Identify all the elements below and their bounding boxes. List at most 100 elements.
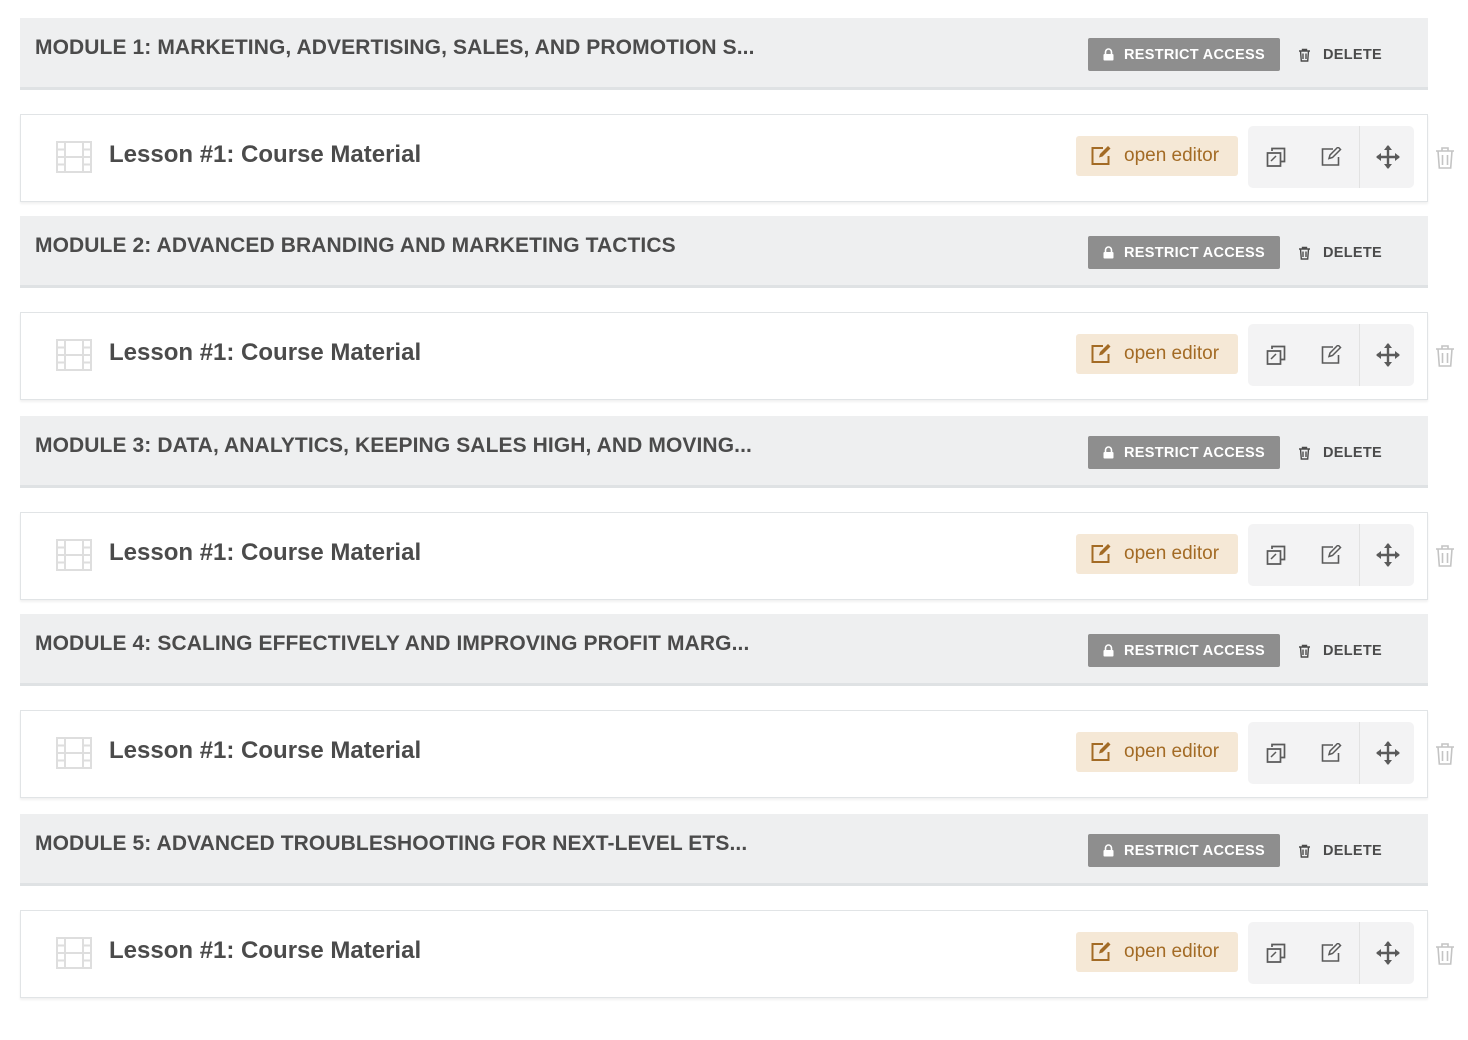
edit-icon	[1321, 545, 1342, 564]
lesson-row[interactable]: Lesson #1: Course Material open editor	[20, 512, 1454, 600]
lesson-toolbar	[1248, 922, 1414, 984]
edit-icon	[1091, 544, 1111, 563]
open-editor-label: open editor	[1124, 741, 1220, 762]
edit-lesson-button[interactable]	[1303, 922, 1358, 984]
drag-handle[interactable]	[1359, 324, 1415, 386]
open-editor-button[interactable]: open editor	[1076, 534, 1238, 574]
delete-lesson-icon[interactable]	[1434, 742, 1456, 766]
lesson-title: Lesson #1: Course Material	[109, 339, 422, 366]
move-icon	[1375, 543, 1400, 567]
restrict-access-button[interactable]: RESTRICT ACCESS	[1088, 436, 1280, 469]
duplicate-button[interactable]	[1248, 722, 1303, 784]
module-title: MODULE 5: ADVANCED TROUBLESHOOTING FOR N…	[35, 832, 748, 855]
delete-module-button[interactable]: DELETE	[1298, 634, 1382, 667]
delete-label: DELETE	[1323, 444, 1382, 461]
trash-icon	[1299, 844, 1310, 858]
copy-icon	[1266, 345, 1285, 365]
open-editor-label: open editor	[1124, 343, 1220, 364]
open-editor-button[interactable]: open editor	[1076, 932, 1238, 972]
module-header: MODULE 4: SCALING EFFECTIVELY AND IMPROV…	[20, 614, 1428, 686]
module-title: MODULE 1: MARKETING, ADVERTISING, SALES,…	[35, 36, 755, 59]
duplicate-button[interactable]	[1248, 922, 1303, 984]
lesson-toolbar	[1248, 126, 1414, 188]
module-title: MODULE 2: ADVANCED BRANDING AND MARKETIN…	[35, 234, 676, 257]
film-icon	[56, 339, 92, 371]
delete-module-button[interactable]: DELETE	[1298, 236, 1382, 269]
restrict-access-button[interactable]: RESTRICT ACCESS	[1088, 834, 1280, 867]
open-editor-button[interactable]: open editor	[1076, 334, 1238, 374]
edit-lesson-button[interactable]	[1303, 722, 1358, 784]
lesson-title: Lesson #1: Course Material	[109, 539, 422, 566]
lock-icon	[1103, 48, 1114, 61]
film-icon	[56, 539, 92, 571]
edit-lesson-button[interactable]	[1303, 524, 1358, 586]
trash-icon	[1299, 246, 1310, 260]
module-title: MODULE 3: DATA, ANALYTICS, KEEPING SALES…	[35, 434, 752, 457]
open-editor-label: open editor	[1124, 145, 1220, 166]
delete-lesson-icon[interactable]	[1434, 942, 1456, 966]
delete-lesson-icon[interactable]	[1434, 544, 1456, 568]
copy-icon	[1266, 147, 1285, 167]
module-header: MODULE 3: DATA, ANALYTICS, KEEPING SALES…	[20, 416, 1428, 488]
open-editor-button[interactable]: open editor	[1076, 732, 1238, 772]
edit-lesson-button[interactable]	[1303, 324, 1358, 386]
restrict-access-button[interactable]: RESTRICT ACCESS	[1088, 38, 1280, 71]
lesson-toolbar	[1248, 524, 1414, 586]
lesson-row[interactable]: Lesson #1: Course Material open editor	[20, 114, 1454, 202]
delete-module-button[interactable]: DELETE	[1298, 38, 1382, 71]
edit-icon	[1321, 743, 1342, 762]
module-header: MODULE 2: ADVANCED BRANDING AND MARKETIN…	[20, 216, 1428, 288]
trash-icon	[1299, 446, 1310, 460]
lock-icon	[1103, 644, 1114, 657]
copy-icon	[1266, 545, 1285, 565]
drag-handle[interactable]	[1359, 922, 1415, 984]
drag-handle[interactable]	[1359, 722, 1415, 784]
module-header: MODULE 5: ADVANCED TROUBLESHOOTING FOR N…	[20, 814, 1428, 886]
delete-label: DELETE	[1323, 244, 1382, 261]
edit-icon	[1091, 742, 1111, 761]
delete-module-button[interactable]: DELETE	[1298, 436, 1382, 469]
restrict-access-label: RESTRICT ACCESS	[1124, 642, 1265, 659]
lesson-row[interactable]: Lesson #1: Course Material open editor	[20, 312, 1454, 400]
lock-icon	[1103, 844, 1114, 857]
delete-module-button[interactable]: DELETE	[1298, 834, 1382, 867]
delete-lesson-icon[interactable]	[1434, 146, 1456, 170]
lock-icon	[1103, 446, 1114, 459]
open-editor-button[interactable]: open editor	[1076, 136, 1238, 176]
copy-icon	[1266, 943, 1285, 963]
lesson-row[interactable]: Lesson #1: Course Material open editor	[20, 710, 1454, 798]
delete-lesson-icon[interactable]	[1434, 344, 1456, 368]
restrict-access-label: RESTRICT ACCESS	[1124, 46, 1265, 63]
duplicate-button[interactable]	[1248, 324, 1303, 386]
lesson-toolbar	[1248, 324, 1414, 386]
edit-icon	[1091, 942, 1111, 961]
restrict-access-label: RESTRICT ACCESS	[1124, 444, 1265, 461]
trash-icon	[1299, 644, 1310, 658]
restrict-access-button[interactable]: RESTRICT ACCESS	[1088, 236, 1280, 269]
lock-icon	[1103, 246, 1114, 259]
film-icon	[56, 141, 92, 173]
move-icon	[1375, 941, 1400, 965]
copy-icon	[1266, 743, 1285, 763]
restrict-access-button[interactable]: RESTRICT ACCESS	[1088, 634, 1280, 667]
edit-icon	[1321, 943, 1342, 962]
open-editor-label: open editor	[1124, 543, 1220, 564]
trash-icon	[1299, 48, 1310, 62]
edit-icon	[1091, 344, 1111, 363]
move-icon	[1375, 343, 1400, 367]
lesson-row[interactable]: Lesson #1: Course Material open editor	[20, 910, 1454, 998]
film-icon	[56, 937, 92, 969]
drag-handle[interactable]	[1359, 126, 1415, 188]
module-title: MODULE 4: SCALING EFFECTIVELY AND IMPROV…	[35, 632, 750, 655]
open-editor-label: open editor	[1124, 941, 1220, 962]
lesson-title: Lesson #1: Course Material	[109, 141, 422, 168]
restrict-access-label: RESTRICT ACCESS	[1124, 244, 1265, 261]
duplicate-button[interactable]	[1248, 524, 1303, 586]
drag-handle[interactable]	[1359, 524, 1415, 586]
lesson-title: Lesson #1: Course Material	[109, 737, 422, 764]
lesson-toolbar	[1248, 722, 1414, 784]
edit-lesson-button[interactable]	[1303, 126, 1358, 188]
duplicate-button[interactable]	[1248, 126, 1303, 188]
delete-label: DELETE	[1323, 842, 1382, 859]
module-header: MODULE 1: MARKETING, ADVERTISING, SALES,…	[20, 18, 1428, 90]
